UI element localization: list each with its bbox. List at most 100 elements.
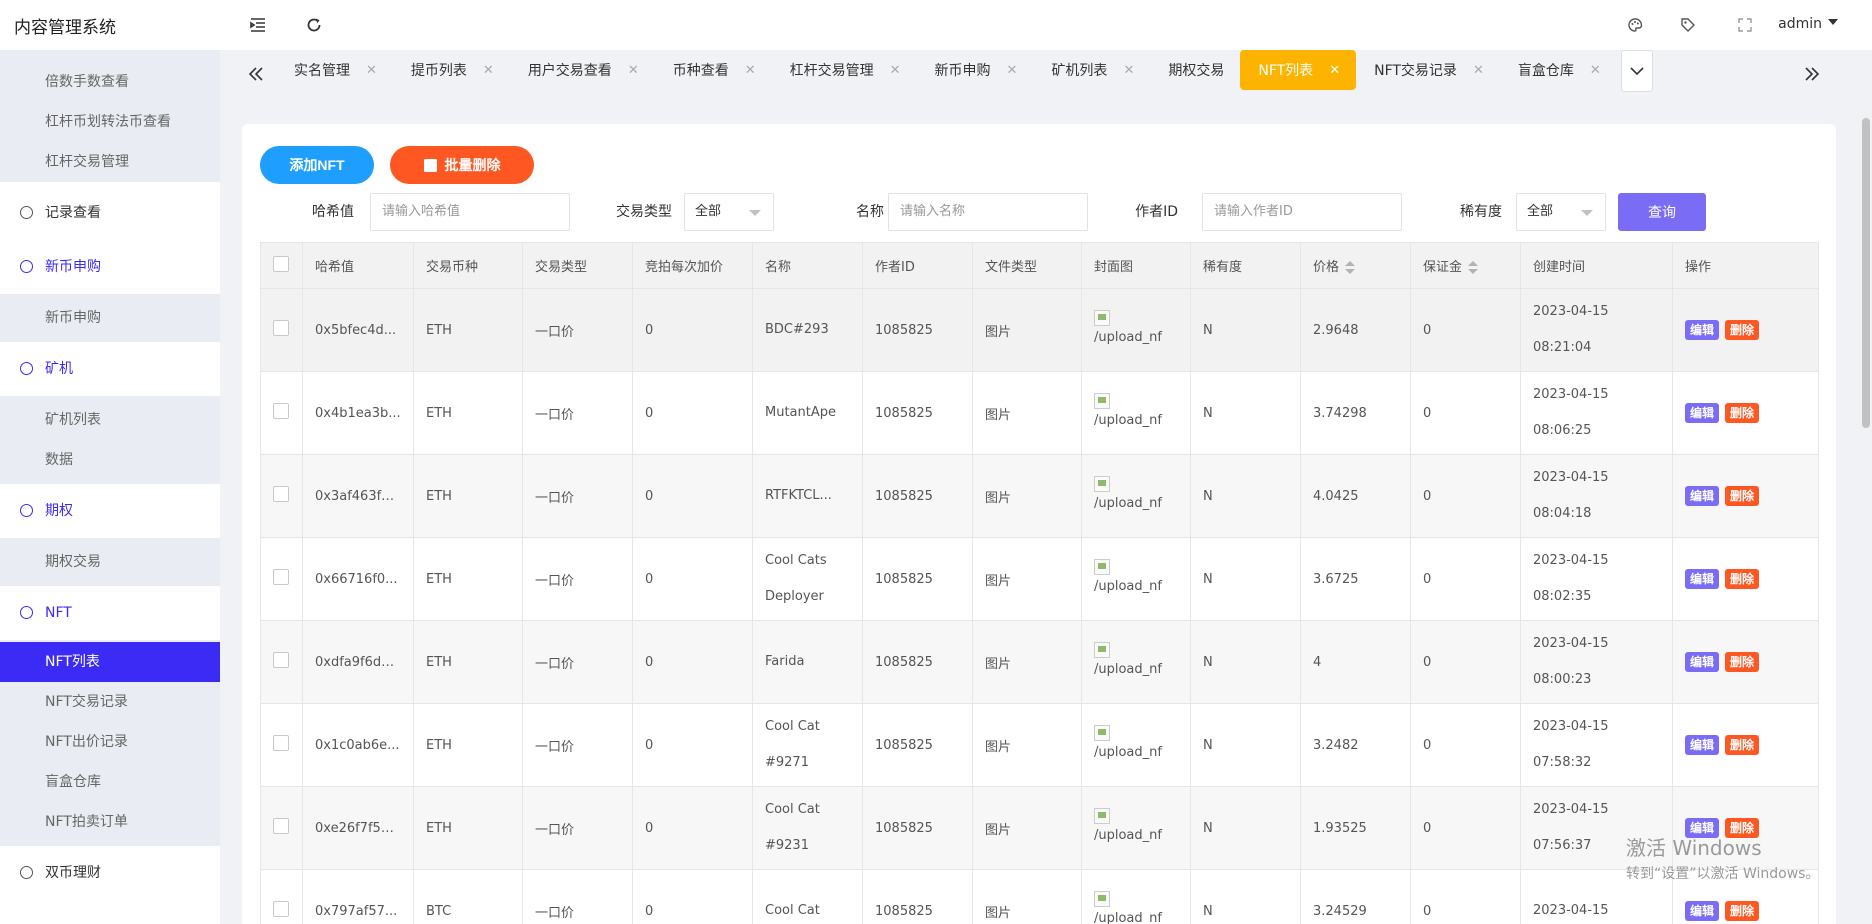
delete-button[interactable]: 删除 xyxy=(1725,569,1759,589)
sidebar-item-blindbox[interactable]: 盲盒仓库 xyxy=(0,762,220,802)
tab-nft-list[interactable]: NFT列表 ✕ xyxy=(1240,50,1357,90)
scrollbar-thumb[interactable] xyxy=(1862,118,1870,428)
sidebar-item-leverage-transfer[interactable]: 杠杆币划转法币查看 xyxy=(0,102,220,142)
row-checkbox[interactable] xyxy=(273,569,289,585)
created-date: 2023-04-15 xyxy=(1533,387,1609,402)
sidebar-menu-records[interactable]: 记录查看 xyxy=(0,186,220,240)
sidebar-item-miner-list[interactable]: 矿机列表 xyxy=(0,400,220,440)
user-menu[interactable]: admin xyxy=(1778,16,1838,32)
menu-fold-icon[interactable] xyxy=(247,14,269,36)
sidebar-menu-label: 记录查看 xyxy=(45,205,101,221)
tab-coins[interactable]: 币种查看 ✕ xyxy=(654,50,772,90)
close-icon[interactable]: ✕ xyxy=(745,63,756,78)
edit-button[interactable]: 编辑 xyxy=(1685,569,1719,589)
add-nft-button[interactable]: 添加NFT xyxy=(260,146,374,184)
tab-leverage[interactable]: 杠杆交易管理 ✕ xyxy=(771,50,917,90)
query-button[interactable]: 查询 xyxy=(1618,193,1706,231)
edit-button[interactable]: 编辑 xyxy=(1685,486,1719,506)
file-type-cell: 图片 xyxy=(972,786,1082,870)
row-checkbox[interactable] xyxy=(273,320,289,336)
author-id-label: 作者ID xyxy=(1135,204,1178,220)
edit-button[interactable]: 编辑 xyxy=(1685,901,1719,921)
close-icon[interactable]: ✕ xyxy=(1007,63,1018,78)
sidebar-item-newcoin[interactable]: 新币申购 xyxy=(0,298,220,338)
deposit-column-header[interactable]: 保证金 xyxy=(1410,242,1521,289)
sidebar-menu-dual[interactable]: 双币理财 xyxy=(0,846,220,900)
dollar-icon xyxy=(20,260,33,273)
row-checkbox[interactable] xyxy=(273,818,289,834)
fullscreen-icon[interactable] xyxy=(1735,15,1755,35)
close-icon[interactable]: ✕ xyxy=(890,63,901,78)
edit-button[interactable]: 编辑 xyxy=(1685,735,1719,755)
sidebar-menu-newcoin[interactable]: 新币申购 xyxy=(0,240,220,294)
delete-button[interactable]: 删除 xyxy=(1725,486,1759,506)
price-cell: 2.9648 xyxy=(1300,288,1411,372)
sidebar-item-miner-data[interactable]: 数据 xyxy=(0,440,220,480)
row-checkbox[interactable] xyxy=(273,652,289,668)
tab-realname[interactable]: 实名管理 ✕ xyxy=(276,50,393,90)
row-checkbox[interactable] xyxy=(273,403,289,419)
close-icon[interactable]: ✕ xyxy=(1473,63,1484,78)
page-scrollbar[interactable] xyxy=(1862,108,1870,924)
refresh-icon[interactable] xyxy=(303,14,325,36)
delete-button[interactable]: 删除 xyxy=(1725,652,1759,672)
close-icon[interactable]: ✕ xyxy=(483,63,494,78)
sidebar-item-multiplier[interactable]: 倍数手数查看 xyxy=(0,62,220,102)
edit-button[interactable]: 编辑 xyxy=(1685,652,1719,672)
edit-button[interactable]: 编辑 xyxy=(1685,320,1719,340)
rarity-cell: N xyxy=(1190,620,1301,704)
sidebar-item-nft-auction[interactable]: NFT拍卖订单 xyxy=(0,802,220,842)
sidebar-item-options-trade[interactable]: 期权交易 xyxy=(0,542,220,582)
delete-button[interactable]: 删除 xyxy=(1725,320,1759,340)
row-checkbox[interactable] xyxy=(273,901,289,917)
file-type-cell: 图片 xyxy=(972,869,1082,924)
coin-cell: ETH xyxy=(413,537,523,621)
hash-input[interactable]: 请输入哈希值 xyxy=(370,193,570,231)
delete-button[interactable]: 删除 xyxy=(1725,403,1759,423)
sort-icon[interactable] xyxy=(1345,260,1356,275)
sidebar-item-nft-list[interactable]: NFT列表 xyxy=(0,642,220,682)
sidebar-group-options: 期权交易 xyxy=(0,538,220,586)
sidebar-item-nft-trades[interactable]: NFT交易记录 xyxy=(0,682,220,722)
delete-button[interactable]: 删除 xyxy=(1725,735,1759,755)
sidebar-item-nft-bids[interactable]: NFT出价记录 xyxy=(0,722,220,762)
sidebar-menu-options[interactable]: 期权 xyxy=(0,484,220,538)
row-checkbox[interactable] xyxy=(273,486,289,502)
row-checkbox[interactable] xyxy=(273,735,289,751)
sidebar-menu-label: 新币申购 xyxy=(45,259,101,275)
close-icon[interactable]: ✕ xyxy=(366,63,377,78)
tab-options[interactable]: 期权交易 xyxy=(1150,50,1241,90)
sidebar-item-leverage-trade[interactable]: 杠杆交易管理 xyxy=(0,142,220,182)
author-id-input[interactable]: 请输入作者ID xyxy=(1202,193,1402,231)
tab-withdraw[interactable]: 提币列表 ✕ xyxy=(392,50,510,90)
name-input[interactable]: 请输入名称 xyxy=(888,193,1088,231)
tab-user-trades[interactable]: 用户交易查看 ✕ xyxy=(509,50,655,90)
close-icon[interactable]: ✕ xyxy=(1123,63,1134,78)
tab-dropdown-button[interactable] xyxy=(1620,50,1653,92)
close-icon[interactable]: ✕ xyxy=(1590,63,1601,78)
rarity-select[interactable]: 全部 xyxy=(1516,193,1606,231)
batch-delete-button[interactable]: 批量删除 xyxy=(390,146,534,184)
edit-button[interactable]: 编辑 xyxy=(1685,403,1719,423)
sidebar-menu-nft[interactable]: NFT xyxy=(0,586,220,640)
trade-type-cell: 一口价 xyxy=(522,371,633,455)
select-all-checkbox[interactable] xyxy=(273,255,289,272)
price-column-header[interactable]: 价格 xyxy=(1300,242,1411,289)
sort-icon[interactable] xyxy=(1468,260,1479,275)
tab-newcoin[interactable]: 新币申购 ✕ xyxy=(916,50,1034,90)
close-icon[interactable]: ✕ xyxy=(628,63,639,78)
tab-miners[interactable]: 矿机列表 ✕ xyxy=(1033,50,1151,90)
tag-icon[interactable] xyxy=(1678,15,1698,35)
double-chevron-right-icon[interactable] xyxy=(1798,60,1826,88)
tab-nft-trades[interactable]: NFT交易记录 ✕ xyxy=(1356,50,1500,90)
tab-blindbox[interactable]: 盲盒仓库 ✕ xyxy=(1499,50,1617,90)
sidebar-menu-miner[interactable]: 矿机 xyxy=(0,342,220,396)
trade-type-select[interactable]: 全部 xyxy=(684,193,774,231)
close-icon[interactable]: ✕ xyxy=(1329,63,1340,78)
tab-label: 期权交易 xyxy=(1168,63,1225,79)
tab-label: 新币申购 xyxy=(934,63,991,79)
actions-cell: 编辑 删除 xyxy=(1672,371,1819,455)
palette-icon[interactable] xyxy=(1625,15,1645,35)
delete-button[interactable]: 删除 xyxy=(1725,901,1759,921)
double-chevron-left-icon[interactable] xyxy=(242,60,270,88)
